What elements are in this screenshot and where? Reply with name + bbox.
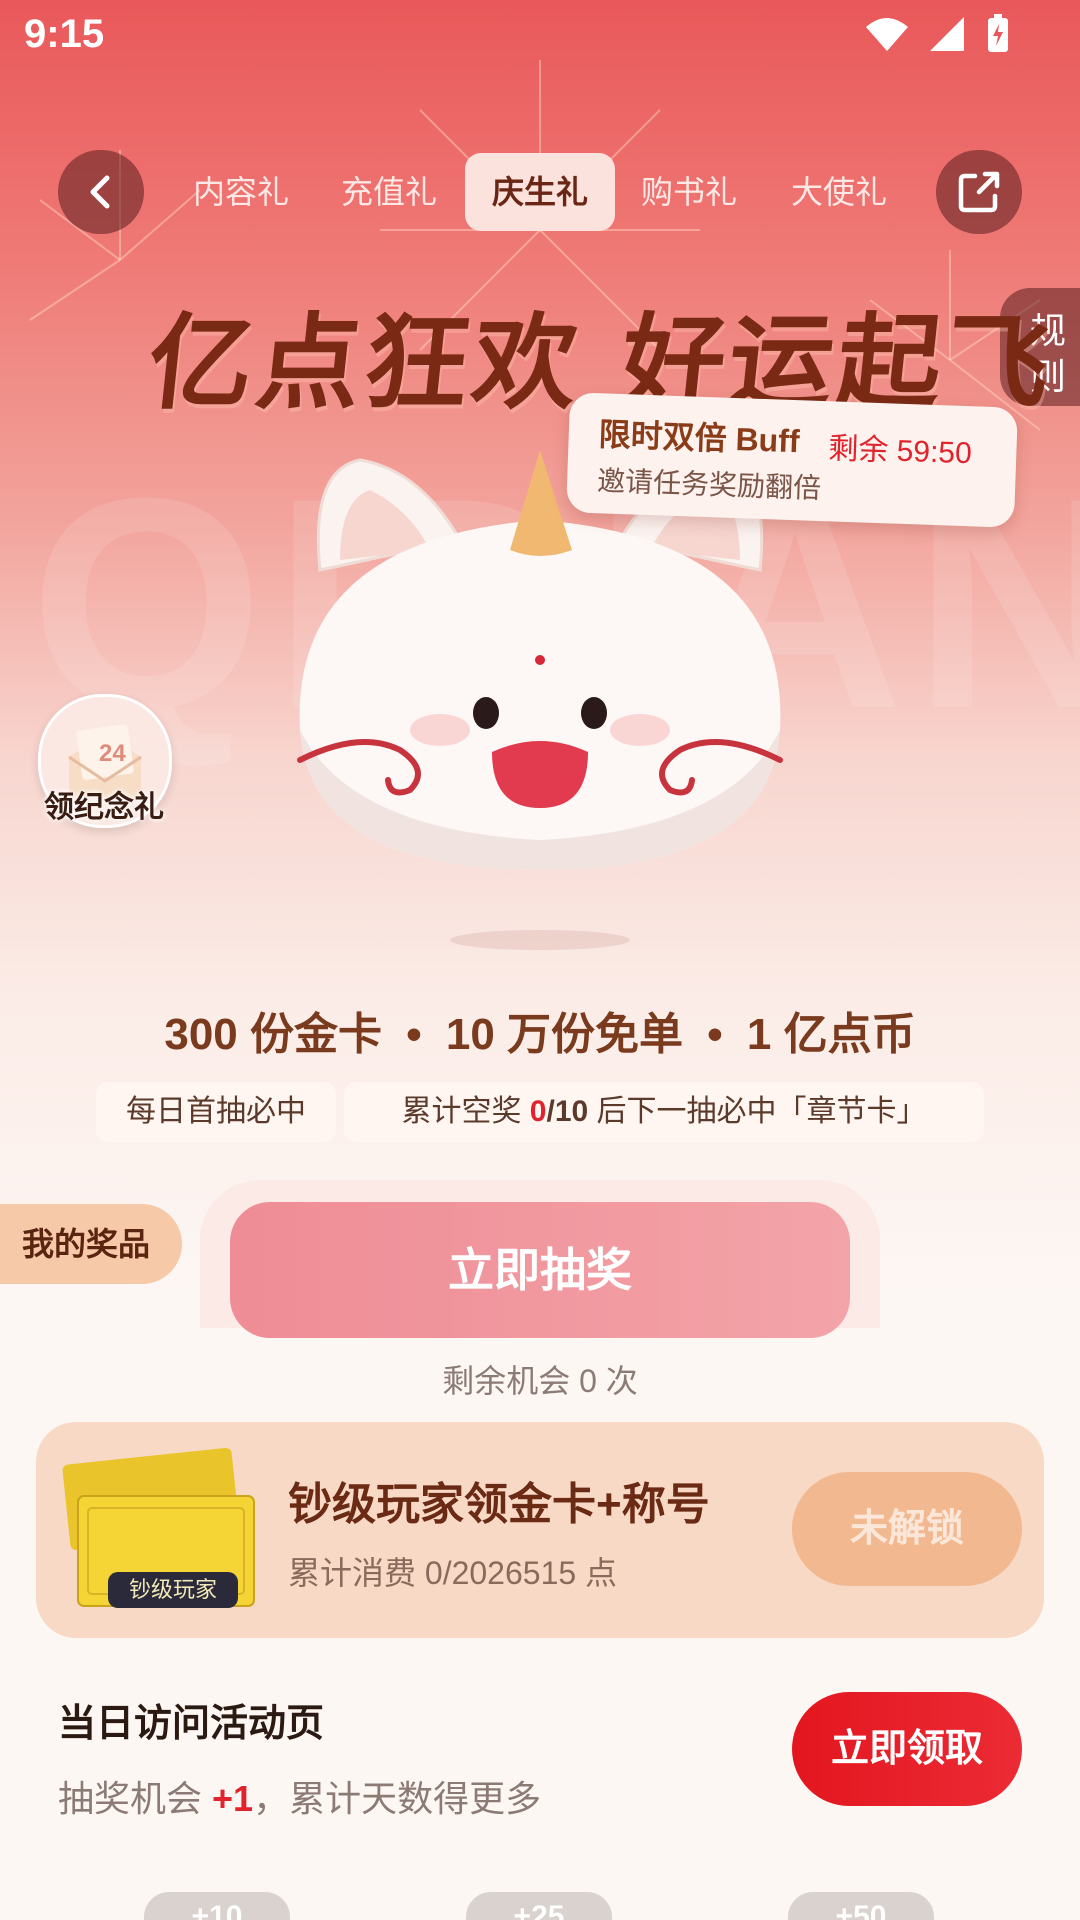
double-buff-card: 限时双倍 Buff 剩余 59:50 邀请任务奖励翻倍 <box>566 392 1018 528</box>
milestone-badge: +25 <box>466 1892 612 1920</box>
guarantee-suffix: 后下一抽必中「章节卡」 <box>588 1095 927 1128</box>
visit-task-title: 当日访问活动页 <box>58 1703 325 1745</box>
claim-now-button[interactable]: 立即领取 <box>792 1692 1022 1806</box>
back-button[interactable] <box>58 150 144 234</box>
not-unlocked-button[interactable]: 未解锁 <box>792 1472 1022 1586</box>
souvenir-number: 24 <box>99 740 126 767</box>
status-time: 9:15 <box>24 12 105 56</box>
daily-first-draw-pill: 每日首抽必中 <box>96 1082 336 1142</box>
status-bar: 9:15 <box>0 0 1080 72</box>
guarantee-progress-pill: 累计空奖 0/10 后下一抽必中「章节卡」 <box>344 1082 984 1142</box>
buff-subtitle: 邀请任务奖励翻倍 <box>596 465 822 505</box>
visit-sub-suffix: ，累计天数得更多 <box>253 1778 542 1819</box>
battery-icon <box>988 14 1008 52</box>
tab-book-purchase-gift[interactable]: 购书礼 <box>616 153 762 231</box>
status-icons <box>864 14 1010 54</box>
draw-now-button[interactable]: 立即抽奖 <box>230 1202 850 1338</box>
souvenir-gift-button[interactable]: 24 领纪念礼 <box>34 690 174 830</box>
milestone-badge: +50 <box>788 1892 934 1920</box>
souvenir-label: 领纪念礼 <box>44 791 164 824</box>
signal-icon <box>930 17 964 51</box>
gold-card-title: 钞级玩家领金卡+称号 <box>288 1480 710 1529</box>
top-nav: 内容礼 充值礼 庆生礼 购书礼 大使礼 <box>0 150 1080 234</box>
prize-separator-1: • <box>406 1010 422 1059</box>
prize-free-order: 10 万份免单 <box>445 1010 684 1059</box>
prize-gold-card: 300 份金卡 <box>164 1010 382 1059</box>
gold-card-task: 钞级玩家 钞级玩家领金卡+称号 累计消费 0/2026515 点 未解锁 <box>36 1422 1044 1638</box>
wifi-icon <box>866 18 908 51</box>
visit-task-subtitle: 抽奖机会 +1，累计天数得更多 <box>58 1770 541 1822</box>
prize-separator-2: • <box>707 1010 723 1059</box>
guarantee-total: /10 <box>546 1095 589 1128</box>
share-button[interactable] <box>936 150 1022 234</box>
gold-card-badge: 钞级玩家 <box>129 1577 217 1602</box>
buff-countdown: 剩余 59:50 <box>827 432 973 471</box>
chevron-left-icon <box>90 175 110 209</box>
prize-summary: 300 份金卡 • 10 万份免单 • 1 亿点币 <box>0 998 1080 1062</box>
tab-recharge-gift[interactable]: 充值礼 <box>316 153 462 231</box>
visit-sub-prefix: 抽奖机会 <box>58 1778 213 1819</box>
visit-sub-plus: +1 <box>212 1778 254 1819</box>
share-icon <box>958 171 1000 213</box>
guarantee-count: 0 <box>529 1095 547 1128</box>
guarantee-prefix: 累计空奖 <box>401 1095 530 1128</box>
tab-content-gift[interactable]: 内容礼 <box>168 153 314 231</box>
page: QIDIAN 9:15 内容礼 充值礼 庆生礼 购书礼 大 <box>0 0 1080 1920</box>
tab-ambassador-gift[interactable]: 大使礼 <box>766 153 912 231</box>
prize-coins: 1 亿点币 <box>746 1010 916 1059</box>
gold-card-image: 钞级玩家 <box>62 1447 255 1608</box>
milestone-badge: +10 <box>144 1892 290 1920</box>
buff-title: 限时双倍 Buff <box>598 416 801 460</box>
remaining-chances: 剩余机会 0 次 <box>442 1363 638 1399</box>
tab-anniversary-gift[interactable]: 庆生礼 <box>465 153 615 231</box>
my-prizes-button[interactable]: 我的奖品 <box>0 1204 182 1284</box>
gold-card-progress: 累计消费 0/2026515 点 <box>288 1555 618 1591</box>
